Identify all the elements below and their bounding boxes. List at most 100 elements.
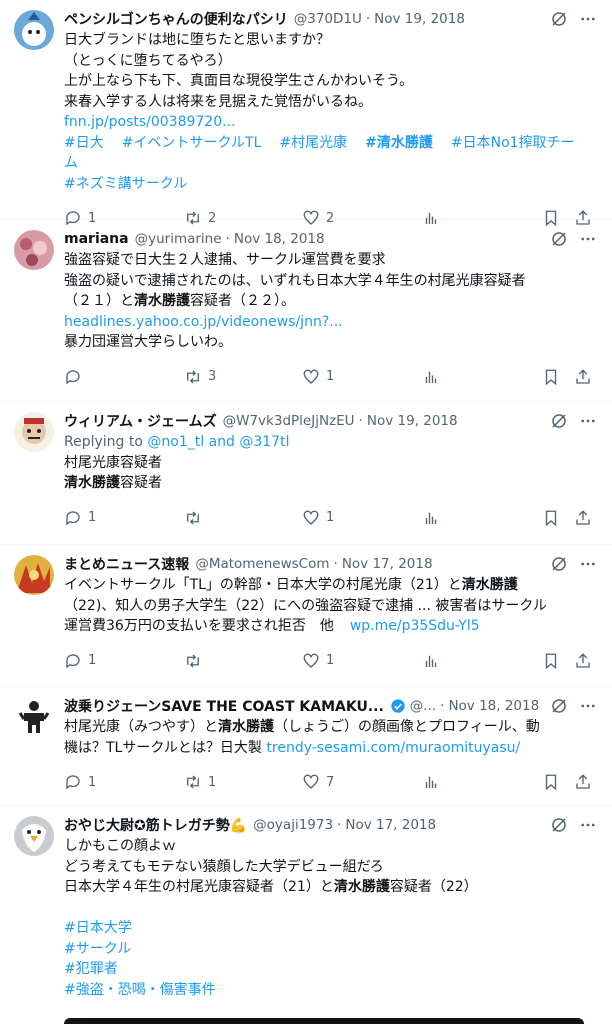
- views-button[interactable]: [422, 652, 440, 670]
- avatar[interactable]: [14, 555, 54, 595]
- tweet[interactable]: ペンシルゴンちゃんの便利なパシリ @370D1U · Nov 19, 2018 …: [0, 0, 612, 227]
- hashtag[interactable]: #村尾光康: [279, 135, 347, 151]
- tweet[interactable]: おやじ大尉✪筋トレガチ勢💪 @oyaji1973 · Nov 17, 2018 …: [0, 806, 612, 1024]
- hashtag[interactable]: #日大: [64, 135, 104, 151]
- reply-icon: [66, 510, 80, 525]
- retweet-button[interactable]: 1: [184, 773, 216, 791]
- hashtag[interactable]: #サークル: [64, 939, 596, 960]
- handle[interactable]: @W7vk3dPleJjNzEU: [223, 413, 355, 429]
- tweet-text: 日大ブランドは地に堕ちたと思いますか？ （とっくに堕ちてるやろ） 上が上なら下も…: [64, 30, 596, 194]
- grok-icon[interactable]: [550, 555, 568, 573]
- display-name[interactable]: 波乗りジェーンSAVE THE COAST KAMAKU...: [64, 696, 384, 716]
- bookmark-button[interactable]: [542, 773, 560, 791]
- link[interactable]: trendy-sesami.com/muraomituyasu/: [266, 740, 520, 756]
- text-span: イベントサークル「TL」の幹部・日本大学の村尾光康（21）と: [64, 577, 462, 593]
- bookmark-icon: [545, 653, 557, 669]
- avatar[interactable]: [14, 816, 54, 856]
- hashtag[interactable]: #日本大学: [64, 918, 596, 939]
- text-span: 村尾光康（みつやす）と: [64, 719, 218, 735]
- timestamp[interactable]: Nov 19, 2018: [374, 11, 465, 27]
- share-button[interactable]: [574, 652, 592, 670]
- share-button[interactable]: [574, 509, 592, 527]
- tweet[interactable]: mariana @yurimarine · Nov 18, 2018 強盗容疑で…: [0, 220, 612, 402]
- grok-icon[interactable]: [550, 697, 568, 715]
- bookmark-button[interactable]: [542, 368, 560, 386]
- hashtag[interactable]: #イベントサークルTL: [122, 135, 262, 151]
- handle[interactable]: @...: [410, 698, 436, 714]
- avatar[interactable]: [14, 10, 54, 50]
- like-button[interactable]: 1: [302, 368, 334, 386]
- share-button[interactable]: [574, 368, 592, 386]
- handle[interactable]: @MatomenewsCom: [195, 556, 329, 572]
- hashtag[interactable]: #犯罪者: [64, 959, 596, 980]
- more-icon[interactable]: [578, 697, 598, 715]
- tweet[interactable]: 波乗りジェーンSAVE THE COAST KAMAKU... @... · N…: [0, 687, 612, 806]
- action-bar: 1 1: [64, 494, 596, 542]
- like-button[interactable]: 1: [302, 509, 334, 527]
- like-button[interactable]: 1: [302, 652, 334, 670]
- display-name[interactable]: まとめニュース速報: [64, 554, 189, 574]
- views-icon: [425, 655, 437, 667]
- grok-icon[interactable]: [550, 230, 568, 248]
- highlighted-term: 清水勝護: [134, 293, 190, 309]
- more-icon[interactable]: [578, 230, 598, 248]
- link[interactable]: fnn.jp/posts/00389720...: [64, 112, 596, 133]
- text-line: 日大ブランドは地に堕ちたと思いますか？: [64, 32, 330, 48]
- display-name[interactable]: mariana: [64, 231, 129, 247]
- timestamp[interactable]: Nov 17, 2018: [342, 556, 433, 572]
- handle[interactable]: @370D1U: [294, 11, 362, 27]
- display-name[interactable]: ウィリアム・ジェームズ: [64, 411, 217, 431]
- retweet-button[interactable]: [184, 652, 208, 670]
- avatar[interactable]: [14, 697, 54, 737]
- text-line: 暴力団運営大学らしいわ。: [64, 334, 232, 350]
- display-name[interactable]: おやじ大尉✪筋トレガチ勢💪: [64, 815, 247, 835]
- reply-button[interactable]: 1: [64, 652, 96, 670]
- bookmark-icon: [545, 774, 557, 791]
- handle[interactable]: @oyaji1973: [253, 817, 333, 833]
- reply-button[interactable]: 1: [64, 509, 96, 527]
- hashtag[interactable]: #清水勝護: [365, 135, 433, 151]
- views-button[interactable]: [422, 368, 440, 386]
- bookmark-button[interactable]: [542, 509, 560, 527]
- handle[interactable]: @yurimarine: [135, 231, 222, 247]
- timestamp[interactable]: Nov 18, 2018: [448, 698, 539, 714]
- retweet-button[interactable]: 3: [184, 368, 216, 386]
- like-button[interactable]: 7: [302, 773, 334, 791]
- text-span: 運営費36万円の支払いを要求され拒否 他: [64, 618, 334, 634]
- tweet[interactable]: まとめニュース速報 @MatomenewsCom · Nov 17, 2018 …: [0, 545, 612, 687]
- like-icon: [303, 653, 319, 668]
- highlighted-term: 清水勝護: [64, 475, 120, 491]
- replying-to-link[interactable]: @no1_tl and @317tl: [147, 434, 289, 450]
- reply-button[interactable]: [64, 368, 88, 386]
- link[interactable]: wp.me/p35Sdu-Yl5: [350, 618, 480, 634]
- timestamp[interactable]: Nov 18, 2018: [234, 231, 325, 247]
- more-icon[interactable]: [578, 412, 598, 430]
- views-button[interactable]: [422, 509, 440, 527]
- retweet-count: 3: [208, 369, 217, 384]
- timestamp[interactable]: Nov 19, 2018: [367, 413, 458, 429]
- grok-icon[interactable]: [550, 10, 568, 28]
- like-icon: [303, 774, 319, 789]
- avatar[interactable]: [14, 412, 54, 452]
- grok-icon[interactable]: [550, 412, 568, 430]
- link[interactable]: headlines.yahoo.co.jp/videonews/jnn?...: [64, 312, 596, 333]
- more-icon[interactable]: [578, 816, 598, 834]
- share-button[interactable]: [574, 773, 592, 791]
- retweet-button[interactable]: [184, 509, 208, 527]
- bottom-button-bar[interactable]: [64, 1018, 584, 1024]
- reply-button[interactable]: 1: [64, 773, 96, 791]
- views-button[interactable]: [422, 773, 440, 791]
- hashtag[interactable]: #ネズミ講サークル: [64, 176, 187, 192]
- separator-dot: ·: [358, 413, 363, 429]
- avatar[interactable]: [14, 230, 54, 270]
- more-icon[interactable]: [578, 555, 598, 573]
- retweet-icon: [187, 370, 199, 383]
- bookmark-button[interactable]: [542, 652, 560, 670]
- more-icon[interactable]: [578, 10, 598, 28]
- tweet[interactable]: ウィリアム・ジェームズ @W7vk3dPleJjNzEU · Nov 19, 2…: [0, 402, 612, 545]
- hashtag[interactable]: #強盗・恐喝・傷害事件: [64, 980, 596, 1001]
- text-line: しかもこの顔よｗ: [64, 838, 176, 854]
- timestamp[interactable]: Nov 17, 2018: [345, 817, 436, 833]
- grok-icon[interactable]: [550, 816, 568, 834]
- display-name[interactable]: ペンシルゴンちゃんの便利なパシリ: [64, 9, 288, 29]
